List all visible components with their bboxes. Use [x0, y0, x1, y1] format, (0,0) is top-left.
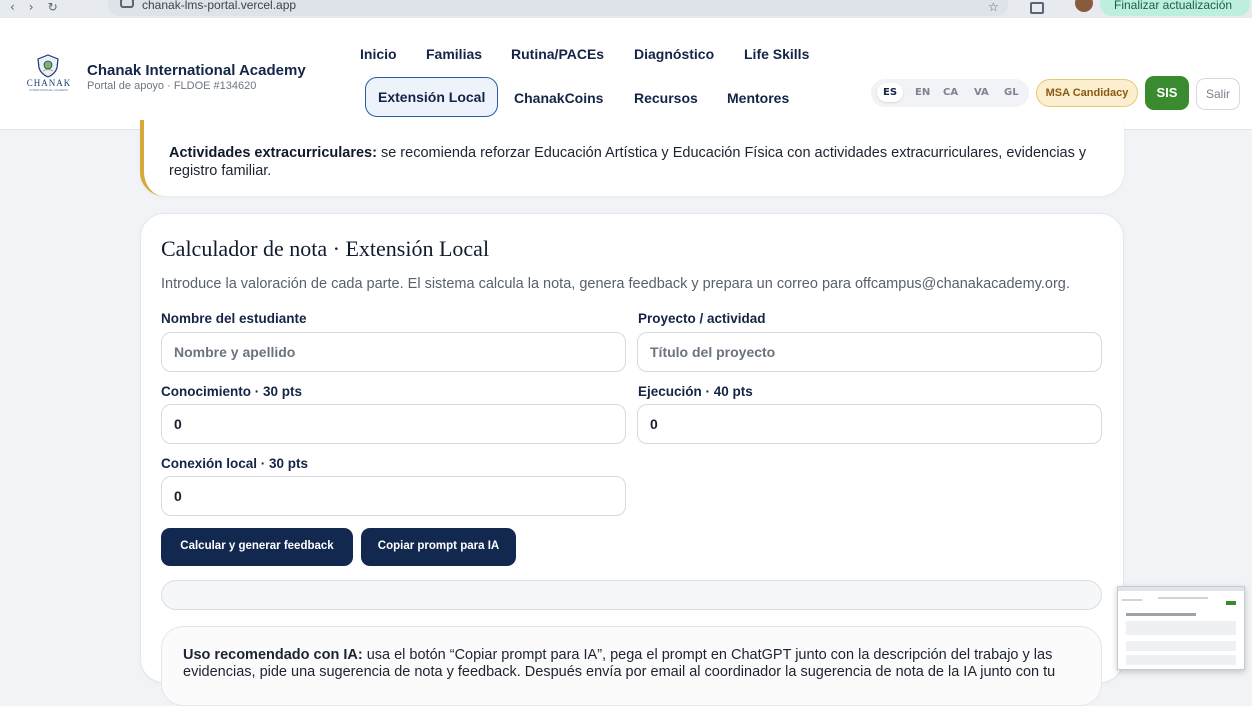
thumb-line: [1126, 613, 1196, 616]
language-switcher: ES EN CA VA GL: [871, 79, 1029, 107]
nav-recursos[interactable]: Recursos: [634, 90, 698, 106]
thumb-toolbar: [1118, 587, 1244, 591]
site-header: CHANAK INTERNATIONAL ACADEMY Chanak Inte…: [0, 18, 1252, 130]
thumb-line: [1126, 621, 1236, 635]
chanak-logo[interactable]: CHANAK INTERNATIONAL ACADEMY: [22, 54, 76, 94]
thumb-line: [1122, 599, 1142, 601]
student-name-label: Nombre del estudiante: [161, 311, 307, 326]
nav-rutina-paces[interactable]: Rutina/PACEs: [511, 46, 604, 62]
thumb-accent: [1226, 601, 1236, 605]
site-info-icon[interactable]: [120, 0, 134, 8]
sis-button[interactable]: SIS: [1145, 76, 1189, 110]
ai-usage-text: Uso recomendado con IA: usa el botón “Co…: [183, 647, 1063, 681]
browser-toolbar: ‹›↻ chanak-lms-portal.vercel.app ☆ Final…: [0, 0, 1252, 18]
crest-icon: [37, 54, 59, 78]
msa-candidacy-badge[interactable]: MSA Candidacy: [1036, 79, 1138, 107]
result-output: [161, 580, 1102, 610]
project-label: Proyecto / actividad: [638, 311, 766, 326]
nav-diagnostico[interactable]: Diagnóstico: [634, 46, 714, 62]
ai-usage-note: Uso recomendado con IA: usa el botón “Co…: [161, 626, 1102, 706]
grade-calculator-card: Calculador de nota · Extensión Local Int…: [140, 213, 1124, 706]
nav-chanakcoins[interactable]: ChanakCoins: [514, 90, 603, 106]
student-name-input[interactable]: Nombre y apellido: [161, 332, 626, 372]
local-connection-input[interactable]: 0: [161, 476, 626, 516]
lang-ca[interactable]: CA: [943, 87, 958, 98]
browser-nav-icons[interactable]: ‹›↻: [10, 0, 72, 14]
lang-es[interactable]: ES: [877, 83, 904, 102]
nav-extension-local[interactable]: Extensión Local: [365, 77, 499, 117]
nav-mentores[interactable]: Mentores: [727, 90, 789, 106]
extensions-icon[interactable]: [1030, 2, 1044, 14]
update-browser-button[interactable]: Finalizar actualización: [1100, 0, 1250, 16]
execution-input[interactable]: 0: [637, 404, 1102, 444]
screenshot-thumbnail[interactable]: [1117, 586, 1245, 670]
bookmark-star-icon[interactable]: ☆: [988, 0, 999, 14]
local-connection-label: Conexión local · 30 pts: [161, 456, 309, 471]
nav-life-skills[interactable]: Life Skills: [744, 46, 809, 62]
brand-name: Chanak International Academy: [87, 62, 306, 79]
logo-subtext: INTERNATIONAL ACADEMY: [29, 88, 69, 92]
thumb-line: [1126, 655, 1236, 665]
calculate-feedback-button[interactable]: Calcular y generar feedback: [161, 528, 353, 566]
copy-ai-prompt-button[interactable]: Copiar prompt para IA: [361, 528, 516, 566]
nav-inicio[interactable]: Inicio: [360, 46, 397, 62]
calculator-description: Introduce la valoración de cada parte. E…: [161, 276, 1070, 292]
knowledge-label: Conocimiento · 30 pts: [161, 384, 303, 399]
lang-gl[interactable]: GL: [1004, 87, 1019, 98]
logout-button[interactable]: Salir: [1196, 78, 1240, 110]
lang-en[interactable]: EN: [915, 87, 930, 98]
extracurricular-callout: Actividades extracurriculares: se recomi…: [140, 120, 1124, 196]
logo-wordmark: CHANAK: [26, 78, 72, 88]
execution-label: Ejecución · 40 pts: [638, 384, 753, 399]
url-text: chanak-lms-portal.vercel.app: [142, 0, 297, 12]
project-input[interactable]: Título del proyecto: [637, 332, 1102, 372]
calculator-title: Calculador de nota · Extensión Local: [161, 236, 490, 261]
brand-subtitle: Portal de apoyo · FLDOE #134620: [87, 80, 257, 92]
knowledge-input[interactable]: 0: [161, 404, 626, 444]
profile-avatar[interactable]: [1075, 0, 1093, 12]
lang-va[interactable]: VA: [974, 87, 989, 98]
thumb-line: [1158, 597, 1208, 599]
nav-familias[interactable]: Familias: [426, 46, 482, 62]
callout-bold: Actividades extracurriculares:: [169, 145, 377, 161]
address-bar[interactable]: chanak-lms-portal.vercel.app: [108, 0, 1008, 16]
callout-text: Actividades extracurriculares: se recomi…: [169, 144, 1099, 180]
ai-usage-bold: Uso recomendado con IA:: [183, 647, 363, 663]
thumb-line: [1126, 641, 1236, 651]
